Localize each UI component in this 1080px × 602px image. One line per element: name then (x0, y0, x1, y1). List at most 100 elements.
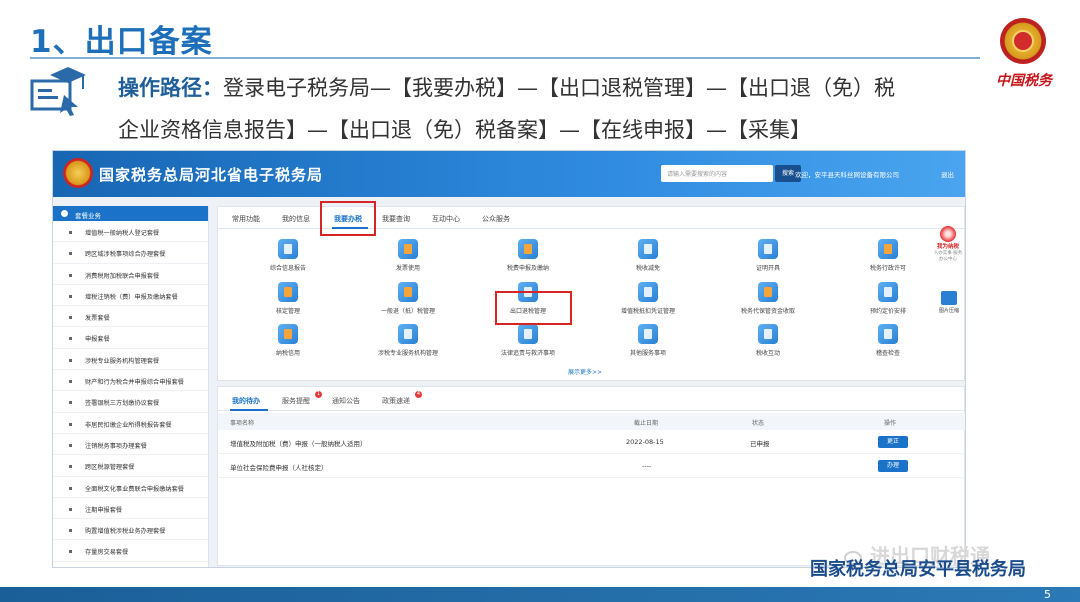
left-menu-item[interactable]: 涉税专业服务机构管理套餐 (53, 349, 208, 371)
bottom-bar (0, 587, 1080, 602)
invoice-icon (398, 239, 418, 259)
left-menu-title[interactable]: 套餐业务 (53, 206, 208, 221)
func-verification[interactable]: 核定管理 (238, 282, 338, 315)
func-tax-reduction[interactable]: 税收减免 (598, 239, 698, 272)
license-icon (878, 239, 898, 259)
col-deadline: 截止日期 (634, 420, 659, 427)
pricing-icon (878, 282, 898, 302)
gavel-icon (518, 324, 538, 344)
func-other-services[interactable]: 其他服务事项 (598, 324, 698, 357)
func-admin-license[interactable]: 税务行政许可 (838, 239, 938, 272)
left-menu-item[interactable]: 注销税务事项办理套餐 (53, 434, 208, 456)
func-general-refund[interactable]: 一般退（抵）税管理 (358, 282, 458, 315)
func-vat-voucher[interactable]: 增值税抵扣凭证管理 (598, 282, 698, 315)
left-menu-item[interactable]: 增税注销税（费）申报及缴纳套餐 (53, 285, 208, 307)
tax-portal-screenshot: 国家税务总局河北省电子税务局 请输入需要搜索的内容 搜索 欢迎，安平县天科丝网设… (52, 150, 966, 568)
left-menu-item[interactable]: 注期申报套餐 (53, 498, 208, 520)
tab-my-todo[interactable]: 我的待办 (232, 396, 260, 406)
func-certificate[interactable]: 证明开具 (718, 239, 818, 272)
slide-title: 1、出口备案 (30, 24, 213, 60)
col-action: 操作 (884, 420, 897, 427)
highlight-export-refund (495, 291, 572, 325)
tab-my-info[interactable]: 我的信息 (282, 214, 310, 224)
left-menu-item[interactable]: 跨区域涉税事项综合办理套餐 (53, 242, 208, 264)
portal-title: 国家税务总局河北省电子税务局 (99, 166, 324, 184)
row-item-name: 单位社会保险费申报（人社核定） (230, 464, 328, 472)
table-row: 单位社会保险费申报（人社核定） ---- 办理 (218, 454, 965, 478)
left-menu-item[interactable]: 财产和行为税合并申报综合申报套餐 (53, 370, 208, 392)
left-menu-item[interactable]: 增值税一般纳税人登记套餐 (53, 221, 208, 243)
left-menu-item[interactable]: 发票套餐 (53, 306, 208, 328)
func-pricing-arrangement[interactable]: 预约定价安排 (838, 282, 938, 315)
refund-icon (398, 282, 418, 302)
func-fund-custody[interactable]: 税务代保管资金收取 (718, 282, 818, 315)
highlight-handle-tax-tab (320, 201, 376, 236)
left-menu-item[interactable]: 非居民扣缴企业所得税报告套餐 (53, 413, 208, 434)
tab-query[interactable]: 我要查询 (382, 214, 410, 224)
brand-logo-text: 中国税务 (996, 73, 1052, 89)
welcome-text: 欢迎，安平县天科丝网设备有限公司 (795, 171, 899, 179)
agency-icon (398, 324, 418, 344)
image-icon (941, 291, 957, 305)
heart-icon (638, 324, 658, 344)
reminder-count-badge: 1 (315, 391, 322, 398)
func-legal-relief[interactable]: 法律追责与救济事项 (478, 324, 578, 357)
computer-cursor-icon (30, 67, 86, 116)
function-panel: 常用功能 我的信息 我要办税 我要查询 互动中心 公众服务 综合信息报告 发票使… (217, 201, 965, 381)
search-input[interactable]: 请输入需要搜索的内容 (661, 165, 773, 182)
tax-reduce-icon (638, 239, 658, 259)
magnifier-icon (878, 324, 898, 344)
policy-count-badge: 4 (415, 391, 422, 398)
show-more-link[interactable]: 展示更多>> (568, 367, 602, 376)
logout-link[interactable]: 退出 (941, 169, 954, 179)
operation-path-line1: 操作路径：登录电子税务局—【我要办税】—【出口退税管理】—【出口退（免）税 (118, 72, 895, 102)
left-menu-item[interactable]: 购置增值税涉税业务办理套餐 (53, 519, 208, 541)
left-menu: 套餐业务 增值税一般纳税人登记套餐 跨区域涉税事项综合办理套餐 消费税附加税联合… (53, 206, 209, 567)
func-agency-management[interactable]: 涉税专业服务机构管理 (358, 324, 458, 357)
table-row: 增值税及附加税（费）申报（一般纳税人适用） 2022-08-15 已申报 更正 (218, 430, 965, 454)
left-menu-item[interactable]: 存量房交易套餐 (53, 540, 208, 562)
active-todo-tab-indicator (230, 409, 268, 411)
image-compress-tool[interactable]: 图片压缩 (935, 291, 963, 314)
emblem-center (1012, 30, 1034, 52)
path-text-1: 登录电子税务局—【我要办税】—【出口退税管理】—【出口退（免）税 (223, 76, 895, 100)
handle-button[interactable]: 办理 (878, 460, 908, 472)
table-header: 事项名称 截止日期 状态 操作 (218, 413, 965, 430)
func-credit[interactable]: 纳税信用 (238, 324, 338, 357)
left-menu-list: 增值税一般纳税人登记套餐 跨区域涉税事项综合办理套餐 消费税附加税联合申报套餐 … (53, 221, 208, 562)
tab-notice[interactable]: 通知公告 (332, 396, 360, 406)
func-tax-declare-pay[interactable]: 税费申报及缴纳 (478, 239, 578, 272)
fund-icon (758, 282, 778, 302)
left-menu-item[interactable]: 签署银税三方划缴协议套餐 (53, 391, 208, 413)
certificate-icon (758, 239, 778, 259)
title-divider (30, 57, 980, 59)
coins-icon (518, 239, 538, 259)
left-menu-item[interactable]: 申报套餐 (53, 327, 208, 349)
row-item-name: 增值税及附加税（费）申报（一般纳税人适用） (230, 440, 367, 448)
left-menu-item[interactable]: 跨区税源管理套餐 (53, 455, 208, 477)
func-inspection[interactable]: 稽查检查 (838, 324, 938, 357)
portal-logo-icon (63, 158, 93, 188)
todo-panel: 我的待办 服务提醒 1 通知公告 政策速递 4 事项名称 截止日期 状态 操作 … (217, 386, 965, 566)
tab-policy[interactable]: 政策速递 (382, 396, 410, 406)
col-status: 状态 (752, 420, 765, 427)
tab-service-reminder[interactable]: 服务提醒 (282, 396, 310, 406)
tab-interaction[interactable]: 互动中心 (432, 214, 460, 224)
tab-common[interactable]: 常用功能 (232, 214, 260, 224)
func-invoice-use[interactable]: 发票使用 (358, 239, 458, 272)
func-comprehensive-report[interactable]: 综合信息报告 (238, 239, 338, 272)
service-badge[interactable]: 我为纳税 人办实事·服务办公中心 (933, 226, 963, 262)
row-status: 已申报 (750, 440, 770, 448)
service-badge-icon (940, 226, 956, 242)
left-menu-item[interactable]: 全面税文化事业费联合申报缴纳套餐 (53, 477, 208, 498)
func-tax-interaction[interactable]: 税收互动 (718, 324, 818, 357)
todo-tabs: 我的待办 服务提醒 1 通知公告 政策速递 4 (218, 387, 964, 411)
correct-button[interactable]: 更正 (878, 436, 908, 448)
operation-path-line2: 企业资格信息报告】—【出口退（免）税备案】—【在线申报】—【采集】 (118, 118, 811, 142)
row-deadline: ---- (642, 462, 652, 470)
slide: 1、出口备案 中国税务 操作路径：登录电子税务局—【我要办税】—【出口退税管理】… (0, 0, 1080, 602)
left-menu-item[interactable]: 消费税附加税联合申报套餐 (53, 264, 208, 285)
tab-public-service[interactable]: 公众服务 (482, 214, 510, 224)
tax-emblem-icon (1000, 18, 1046, 64)
stamp-icon (278, 282, 298, 302)
